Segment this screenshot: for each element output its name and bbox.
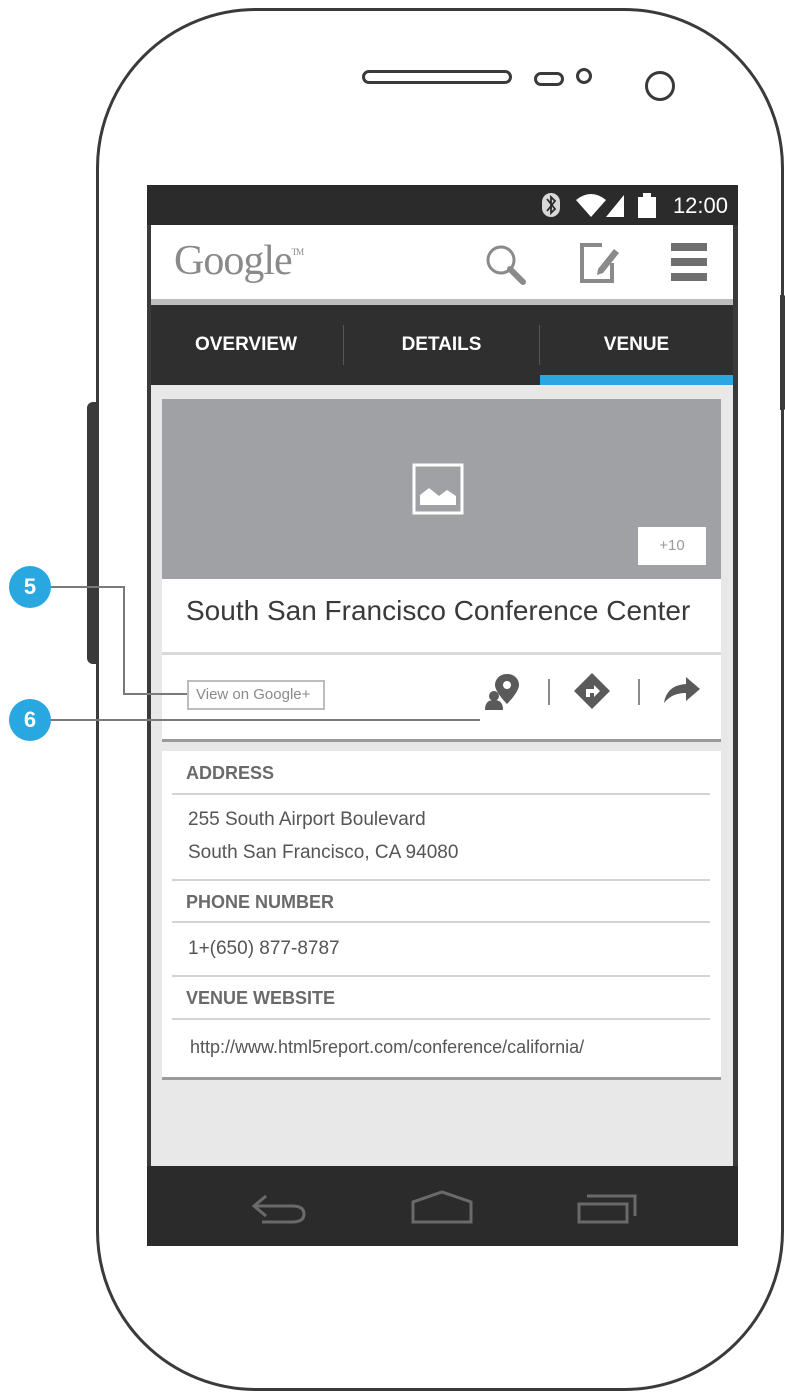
callout-6: 6 — [9, 699, 51, 741]
callout-5: 5 — [9, 566, 51, 608]
callout-5-line — [50, 586, 187, 695]
callout-leader-lines — [50, 586, 480, 721]
